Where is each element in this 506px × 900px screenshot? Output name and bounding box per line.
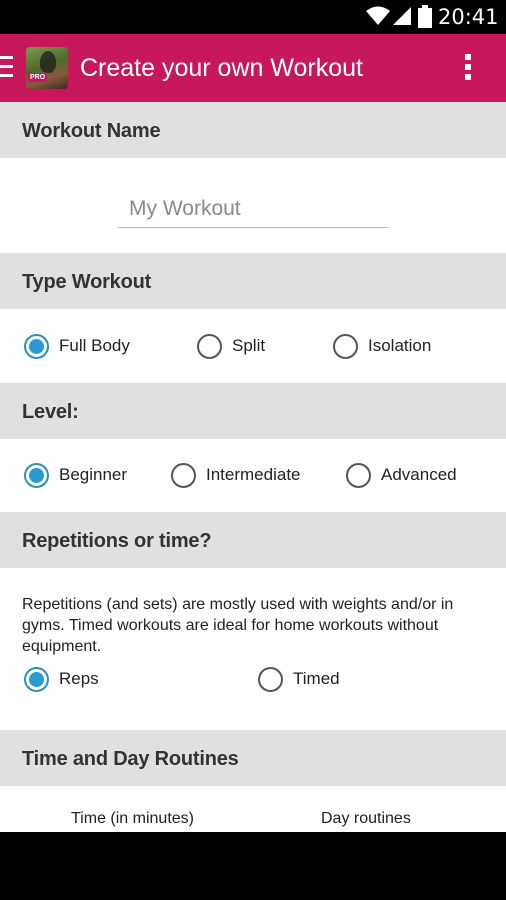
radio-intermediate[interactable]: Intermediate xyxy=(171,460,301,490)
radio-unchecked-icon xyxy=(171,462,196,488)
radio-unchecked-icon xyxy=(333,333,358,359)
reps-description: Repetitions (and sets) are mostly used w… xyxy=(22,596,454,655)
signal-icon xyxy=(393,7,411,25)
day-routines-label: Day routines xyxy=(321,810,411,827)
page-title: Create your own Workout xyxy=(80,54,363,82)
status-time: 20:41 xyxy=(438,5,499,29)
section-label: Time and Day Routines xyxy=(22,748,239,770)
radio-checked-icon xyxy=(24,666,49,692)
radio-label: Beginner xyxy=(59,465,128,484)
radio-label: Reps xyxy=(59,669,99,688)
section-label: Level: xyxy=(22,401,79,423)
radio-label: Isolation xyxy=(368,336,432,355)
radio-split[interactable]: Split xyxy=(197,331,265,361)
menu-icon[interactable] xyxy=(0,56,13,78)
pro-badge: PRO xyxy=(28,73,48,82)
radio-label: Full Body xyxy=(59,336,130,355)
section-label: Type Workout xyxy=(22,271,152,293)
radio-reps[interactable]: Reps xyxy=(24,664,99,694)
radio-beginner[interactable]: Beginner xyxy=(24,460,127,490)
radio-unchecked-icon xyxy=(258,666,283,692)
section-header-reps-or-time: Repetitions or time? xyxy=(0,512,506,568)
section-header-level: Level: xyxy=(0,383,506,439)
radio-unchecked-icon xyxy=(346,462,371,488)
section-header-workout-name: Workout Name xyxy=(0,102,506,158)
radio-checked-icon xyxy=(24,462,49,488)
section-label: Workout Name xyxy=(22,120,161,142)
section-header-time-day: Time and Day Routines xyxy=(0,730,506,786)
radio-unchecked-icon xyxy=(197,333,222,359)
athlete-figure xyxy=(40,51,56,73)
status-bar: 20:41 xyxy=(0,0,506,34)
radio-full-body[interactable]: Full Body xyxy=(24,331,130,361)
radio-label: Advanced xyxy=(381,465,457,484)
wifi-icon xyxy=(366,6,390,25)
workout-form: Workout Name Type Workout Full Body Spli… xyxy=(0,102,506,832)
radio-label: Split xyxy=(232,336,266,355)
radio-label: Timed xyxy=(293,669,340,688)
workout-name-input[interactable] xyxy=(118,190,388,228)
radio-advanced[interactable]: Advanced xyxy=(346,460,457,490)
section-label: Repetitions or time? xyxy=(22,530,212,552)
navigation-bar-area xyxy=(0,832,506,900)
action-bar: PRO Create your own Workout xyxy=(0,34,506,102)
radio-label: Intermediate xyxy=(206,465,301,484)
time-minutes-label: Time (in minutes) xyxy=(71,810,194,827)
section-header-type-workout: Type Workout xyxy=(0,253,506,309)
radio-timed[interactable]: Timed xyxy=(258,664,340,694)
radio-checked-icon xyxy=(24,333,49,359)
overflow-menu-icon[interactable] xyxy=(462,54,474,84)
radio-isolation[interactable]: Isolation xyxy=(333,331,431,361)
app-logo[interactable]: PRO xyxy=(26,47,68,89)
battery-icon xyxy=(418,5,432,28)
